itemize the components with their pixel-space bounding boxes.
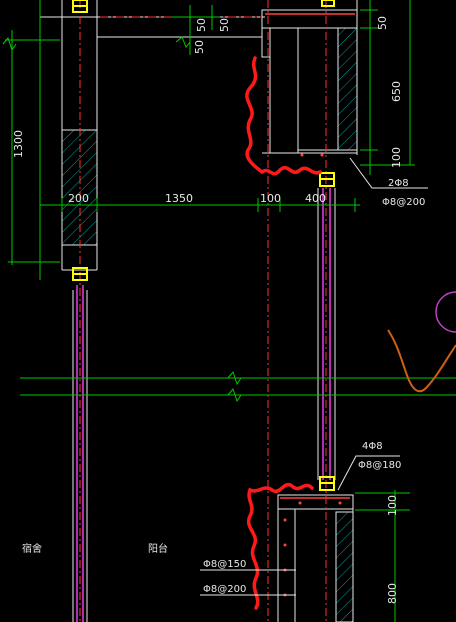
dim-100-mid: 100 (260, 192, 281, 205)
dim-800: 800 (386, 583, 399, 604)
markup-squiggle-lower (246, 482, 314, 610)
dim-50-right: 50 (376, 16, 389, 30)
slab-bars-1-label: Φ8@150 (203, 559, 246, 570)
rebar-dots (283, 153, 342, 597)
room-label-balcony: 阳台 (148, 542, 168, 555)
markup-squiggle-upper (245, 56, 322, 176)
break-symbols (2, 36, 242, 403)
dim-1350: 1350 (165, 192, 193, 205)
dim-50-a: 50 (195, 18, 208, 32)
dim-650: 650 (390, 81, 403, 102)
slab-bars-2-label: Φ8@200 (203, 584, 246, 595)
dim-50-b: 50 (218, 18, 231, 32)
center-lines (79, 0, 327, 622)
orange-sketch-curve (387, 329, 456, 393)
lower-right-hatch (335, 511, 354, 622)
upper-right-hatch (337, 27, 358, 151)
dim-100-lower: 100 (386, 495, 399, 516)
cad-drawing-canvas: 1300 200 1350 100 400 50 50 50 50 650 10… (2, 0, 456, 622)
column-markers (72, 0, 335, 491)
lower-stirrups-label: Φ8@180 (358, 460, 401, 471)
room-label-dorm: 宿舍 (22, 542, 42, 555)
lower-top-bars-label: 4Φ8 (362, 441, 383, 452)
upper-stirrups-label: Φ8@200 (382, 197, 425, 208)
dim-1300: 1300 (12, 130, 25, 158)
dim-50-c: 50 (193, 40, 206, 54)
dim-400: 400 (305, 192, 326, 205)
upper-top-bars-label: 2Φ8 (388, 178, 409, 189)
detail-callout-circle (435, 291, 456, 333)
dim-200: 200 (68, 192, 89, 205)
dim-100-right: 100 (390, 147, 403, 168)
